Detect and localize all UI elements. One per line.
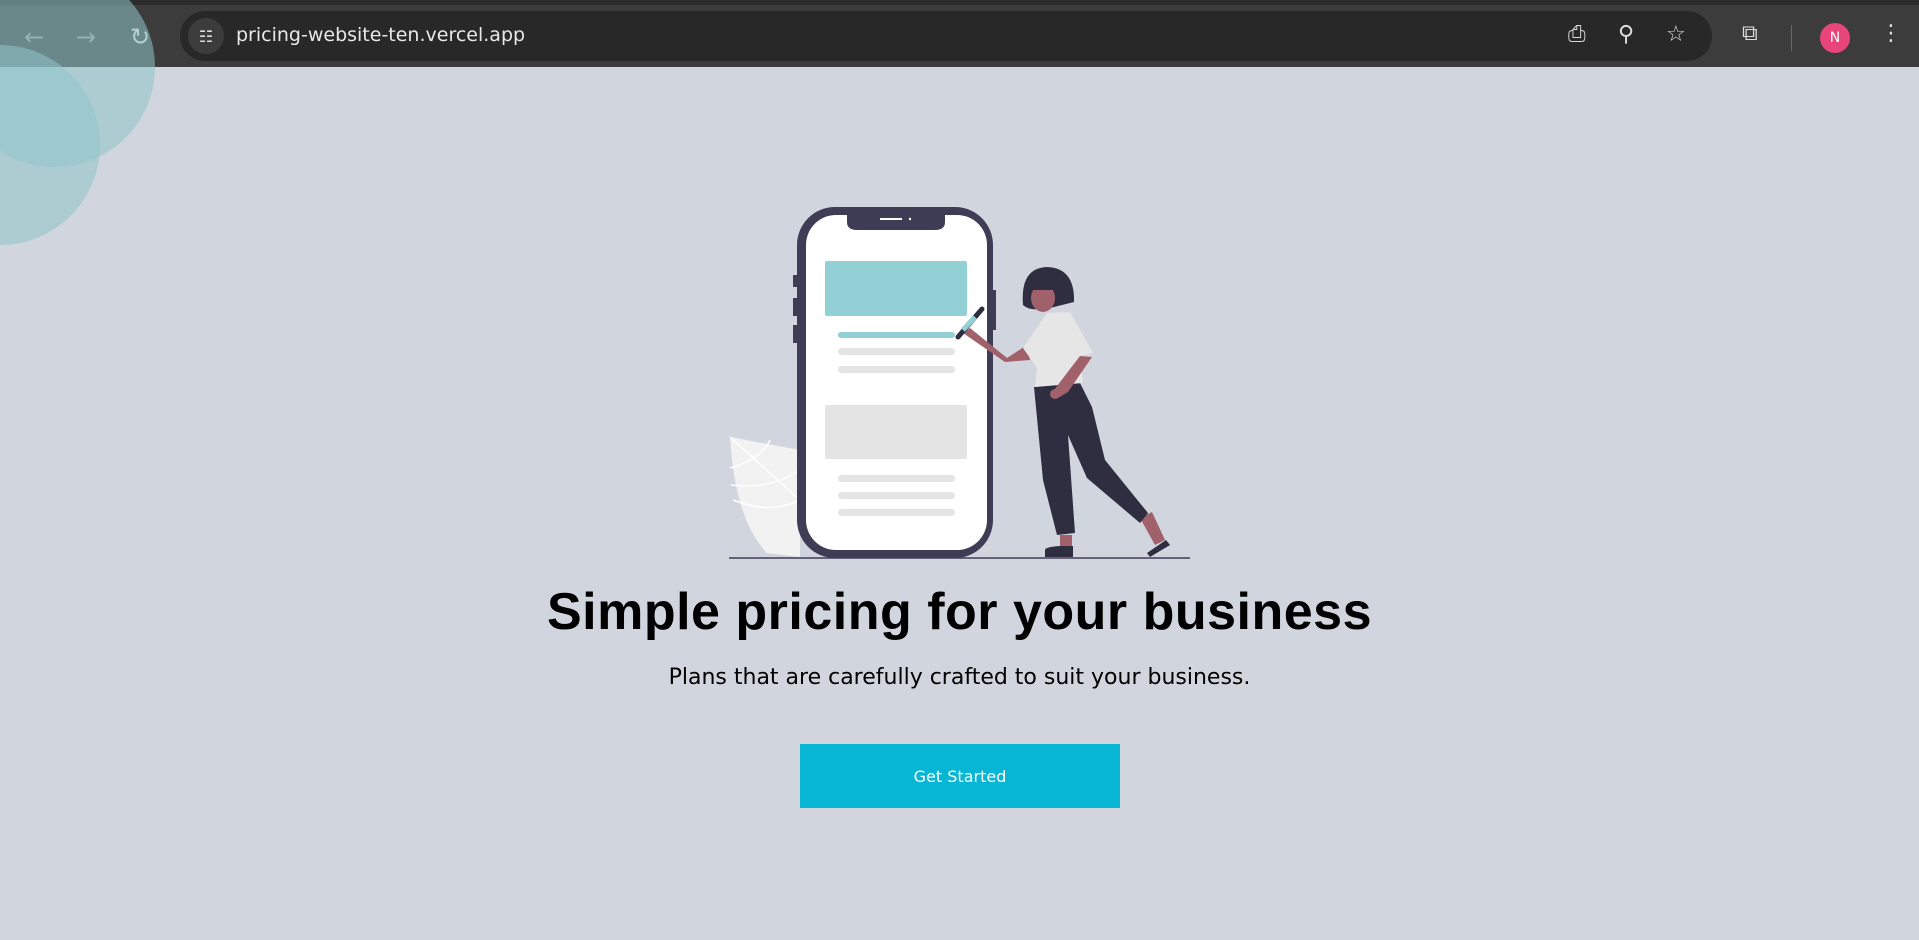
page-subtitle: Plans that are carefully crafted to suit… <box>668 665 1251 690</box>
leaf-plant <box>729 436 801 557</box>
get-started-button[interactable]: Get Started <box>800 744 1120 808</box>
phone <box>793 207 996 558</box>
decorative-circles <box>0 0 155 245</box>
page-title: Simple pricing for your business <box>546 583 1373 641</box>
